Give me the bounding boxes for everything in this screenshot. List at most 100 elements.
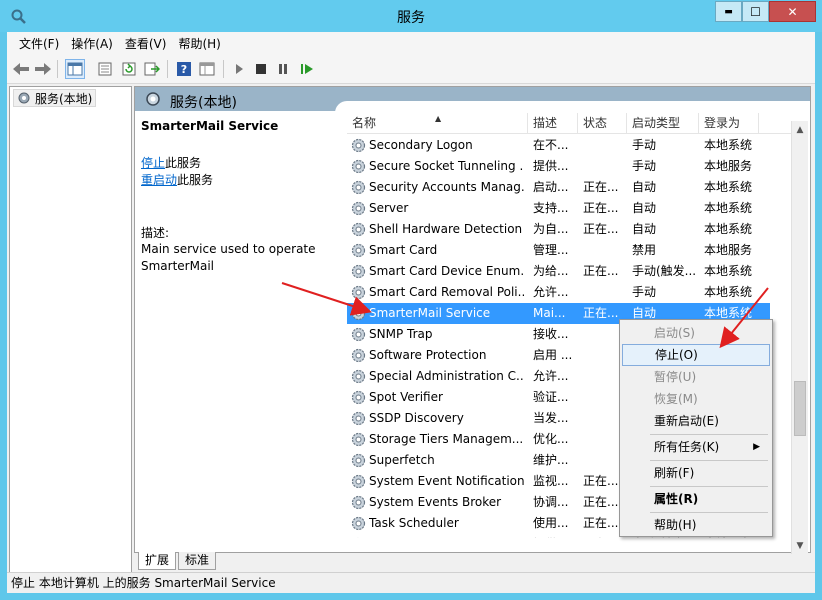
service-description: 支持... xyxy=(533,201,569,215)
service-status: 正在... xyxy=(583,201,619,215)
restart-service-link[interactable]: 重启动 xyxy=(141,173,177,187)
column-name[interactable]: 名称 ▲ xyxy=(347,113,528,134)
table-row[interactable]: Smart Card 管理... 禁用 本地服务 xyxy=(347,240,770,261)
tab-standard[interactable]: 标准 xyxy=(178,552,217,570)
table-row[interactable]: Smart Card Removal Poli... 允许... 手动 本地系统 xyxy=(347,282,770,303)
service-description: 接收... xyxy=(533,327,569,341)
minimize-button[interactable]: ▬ xyxy=(715,1,742,22)
table-row[interactable]: Server 支持... 正在... 自动 本地系统 xyxy=(347,198,770,219)
service-startup-type: 自动 xyxy=(632,180,657,194)
service-description: 为给... xyxy=(533,264,569,278)
pause-icon xyxy=(279,64,287,74)
restart-link-suffix: 此服务 xyxy=(177,173,214,187)
start-service-button[interactable] xyxy=(229,59,249,79)
refresh-button[interactable] xyxy=(119,59,139,79)
service-gear-icon xyxy=(351,222,366,237)
properties-icon xyxy=(98,62,112,76)
stop-service-button[interactable] xyxy=(251,59,271,79)
service-log-on-as: 本地系统 xyxy=(704,222,753,236)
service-gear-icon xyxy=(351,474,366,489)
service-status xyxy=(583,135,625,156)
minimize-icon: ▬ xyxy=(724,6,733,17)
service-description: 启动... xyxy=(533,180,569,194)
menu-item-stop[interactable]: 停止(O) xyxy=(622,344,770,366)
column-header-row: 名称 ▲ 描述 状态 启动类型 登录为 xyxy=(347,113,794,134)
back-button[interactable] xyxy=(11,59,31,79)
service-name: Special Administration C... xyxy=(369,369,524,383)
service-name: Smart Card Device Enum... xyxy=(369,264,524,278)
service-startup-type: 手动(触发... xyxy=(632,264,697,278)
column-status[interactable]: 状态 xyxy=(578,113,627,134)
help-button[interactable]: ? xyxy=(174,59,194,79)
menu-file[interactable]: 文件(F) xyxy=(13,35,65,52)
table-row[interactable]: Security Accounts Manag... 启动... 正在... 自动 本地… xyxy=(347,177,770,198)
scroll-thumb[interactable] xyxy=(794,381,806,436)
table-row[interactable]: Shell Hardware Detection 为自... 正在... 自动 本地系统 xyxy=(347,219,770,240)
table-row[interactable]: Secure Socket Tunneling ... 提供... 手动 本地服务 xyxy=(347,156,770,177)
service-status xyxy=(583,156,625,177)
service-gear-icon xyxy=(351,159,366,174)
service-startup-type: 自动 xyxy=(632,201,657,215)
table-row[interactable]: Smart Card Device Enum... 为给... 正在... 手动(触发… xyxy=(347,261,770,282)
column-log-on-as[interactable]: 登录为 xyxy=(699,113,759,134)
submenu-arrow-icon: ▶ xyxy=(753,442,760,452)
stop-service-link[interactable]: 停止 xyxy=(141,156,165,170)
service-status: 正在... xyxy=(583,180,619,194)
tab-extended[interactable]: 扩展 xyxy=(138,552,177,570)
column-startup-type[interactable]: 启动类型 xyxy=(627,113,699,134)
service-description: 在不... xyxy=(533,138,569,152)
column-description[interactable]: 描述 xyxy=(528,113,578,134)
close-button[interactable]: ✕ xyxy=(769,1,816,22)
service-gear-icon xyxy=(351,327,366,342)
service-startup-type: 禁用 xyxy=(632,243,657,257)
service-gear-icon xyxy=(351,180,366,195)
service-name: Superfetch xyxy=(369,453,435,467)
maximize-button[interactable]: ☐ xyxy=(742,1,769,22)
service-description: Mai... xyxy=(533,306,566,320)
service-name: Secondary Logon xyxy=(369,138,473,152)
menu-action[interactable]: 操作(A) xyxy=(65,35,119,52)
service-gear-icon xyxy=(351,432,366,447)
description-text: Main service used to operate SmarterMail xyxy=(141,242,316,273)
menu-item-start[interactable]: 启动(S) xyxy=(622,322,770,344)
menu-item-pause[interactable]: 暂停(U) xyxy=(622,366,770,388)
service-description: 优化... xyxy=(533,432,569,446)
pause-service-button[interactable] xyxy=(273,59,293,79)
console-button[interactable] xyxy=(197,59,217,79)
scroll-up-icon[interactable]: ▲ xyxy=(792,121,808,138)
service-gear-icon xyxy=(351,243,366,258)
menu-item-help[interactable]: 帮助(H) xyxy=(622,514,770,536)
vertical-scrollbar[interactable]: ▲ ▼ xyxy=(791,121,808,554)
panel-header: 服务(本地) xyxy=(135,87,810,113)
all-tasks-label: 所有任务(K) xyxy=(654,440,720,454)
menu-help[interactable]: 帮助(H) xyxy=(172,35,226,52)
service-name: Storage Tiers Managem... xyxy=(369,432,524,446)
menu-item-refresh[interactable]: 刷新(F) xyxy=(622,462,770,484)
restart-service-button[interactable] xyxy=(297,59,317,79)
window-title: 服务 xyxy=(397,10,425,26)
service-gear-icon xyxy=(351,201,366,216)
menu-item-all-tasks[interactable]: 所有任务(K) ▶ xyxy=(622,436,770,458)
restart-icon xyxy=(301,64,313,74)
refresh-icon xyxy=(122,62,136,76)
sort-ascending-icon: ▲ xyxy=(435,114,442,123)
properties-button[interactable] xyxy=(95,59,115,79)
tree-item-services-local[interactable]: 服务(本地) xyxy=(13,89,97,107)
service-description: 验证... xyxy=(533,390,569,404)
forward-button[interactable] xyxy=(33,59,53,79)
table-row[interactable]: Secondary Logon 在不... 手动 本地系统 xyxy=(347,135,770,156)
service-gear-icon xyxy=(351,264,366,279)
menu-view[interactable]: 查看(V) xyxy=(119,35,173,52)
service-name: System Events Broker xyxy=(369,495,502,509)
service-startup-type: 自动 xyxy=(632,222,657,236)
service-gear-icon xyxy=(351,453,366,468)
service-name: System Event Notification... xyxy=(369,474,524,488)
service-name: Secure Socket Tunneling ... xyxy=(369,159,524,173)
menu-item-properties[interactable]: 属性(R) xyxy=(622,488,770,510)
menu-item-resume[interactable]: 恢复(M) xyxy=(622,388,770,410)
menu-item-restart[interactable]: 重新启动(E) xyxy=(622,410,770,432)
show-tree-button[interactable] xyxy=(65,59,85,79)
service-log-on-as: 本地系统 xyxy=(704,285,753,299)
close-icon: ✕ xyxy=(787,4,798,19)
export-button[interactable] xyxy=(142,59,162,79)
